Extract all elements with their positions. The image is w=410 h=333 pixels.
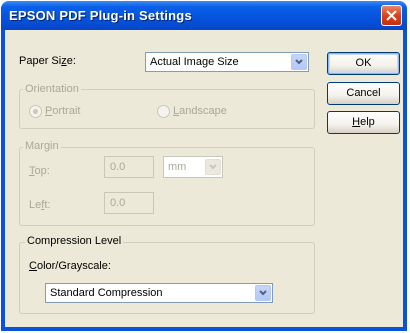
left-margin-input[interactable]: 0.0 (104, 192, 154, 214)
paper-size-label: Paper Size: (19, 55, 76, 67)
left-margin-label: Left: (29, 199, 51, 211)
portrait-label: Portrait (45, 105, 81, 117)
margin-legend: Margin (23, 140, 61, 152)
compression-value: Standard Compression (50, 287, 163, 299)
close-button[interactable] (381, 5, 402, 26)
margin-unit-value: mm (168, 161, 187, 173)
compression-select[interactable]: Standard Compression (45, 283, 273, 303)
title-bar[interactable]: EPSON PDF Plug-in Settings (1, 1, 407, 30)
chevron-down-icon[interactable] (255, 285, 271, 301)
compression-group (19, 242, 315, 314)
margin-unit-select[interactable]: mm (163, 156, 223, 178)
chevron-down-icon[interactable] (205, 159, 221, 175)
color-grayscale-label: Color/Grayscale: (29, 260, 111, 272)
compression-legend: Compression Level (25, 235, 124, 247)
dialog-window: EPSON PDF Plug-in Settings Paper Size: A… (1, 1, 407, 331)
chevron-down-icon[interactable] (291, 54, 307, 70)
top-margin-label: Top: (29, 165, 50, 177)
landscape-label: Landscape (173, 105, 227, 117)
cancel-button[interactable]: Cancel (327, 82, 400, 105)
top-margin-input[interactable]: 0.0 (104, 156, 154, 178)
paper-size-value: Actual Image Size (150, 56, 239, 68)
window-title: EPSON PDF Plug-in Settings (9, 8, 192, 23)
landscape-radio[interactable] (157, 105, 170, 118)
close-icon (386, 10, 397, 21)
ok-button[interactable]: OK (327, 52, 400, 75)
portrait-radio[interactable] (29, 105, 42, 118)
help-button[interactable]: Help (327, 111, 400, 134)
dialog-body: Paper Size: Actual Image Size Orientatio… (5, 30, 403, 327)
orientation-legend: Orientation (23, 83, 81, 95)
paper-size-select[interactable]: Actual Image Size (145, 52, 309, 72)
